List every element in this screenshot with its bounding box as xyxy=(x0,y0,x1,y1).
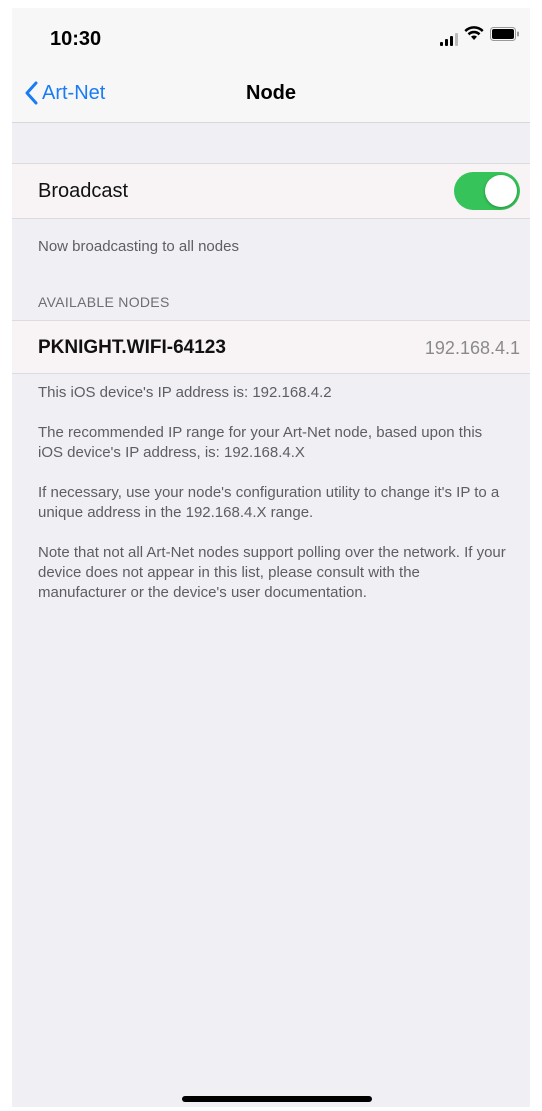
broadcast-label: Broadcast xyxy=(38,180,129,202)
home-indicator[interactable] xyxy=(182,1096,372,1102)
broadcast-footer: Now broadcasting to all nodes xyxy=(38,238,239,255)
available-nodes-header: AVAILABLE NODES xyxy=(38,294,170,310)
status-time: 10:30 xyxy=(50,28,102,50)
broadcast-toggle[interactable] xyxy=(454,172,520,210)
node-row[interactable]: PKNIGHT.WIFI-64123 192.168.4.1 xyxy=(12,320,530,374)
wifi-icon xyxy=(464,26,484,46)
phone-screen: 10:30 Art-Net Node Broadcast Now broadca… xyxy=(12,8,530,1107)
navigation-bar: Art-Net Node xyxy=(12,62,530,123)
toggle-knob xyxy=(485,175,517,207)
broadcast-row: Broadcast xyxy=(12,163,530,219)
polling-note-text: Note that not all Art-Net nodes support … xyxy=(38,544,506,601)
node-name: PKNIGHT.WIFI-64123 xyxy=(38,337,226,358)
device-ip-text: This iOS device's IP address is: 192.168… xyxy=(38,384,332,401)
signal-icon xyxy=(440,32,458,46)
recommended-range-text: The recommended IP range for your Art-Ne… xyxy=(38,424,483,461)
status-bar: 10:30 xyxy=(12,8,530,62)
page-title: Node xyxy=(246,82,296,104)
battery-icon xyxy=(490,27,520,46)
node-ip: 192.168.4.1 xyxy=(424,338,520,358)
change-ip-text: If necessary, use your node's configurat… xyxy=(38,484,500,521)
status-icons xyxy=(440,26,520,46)
